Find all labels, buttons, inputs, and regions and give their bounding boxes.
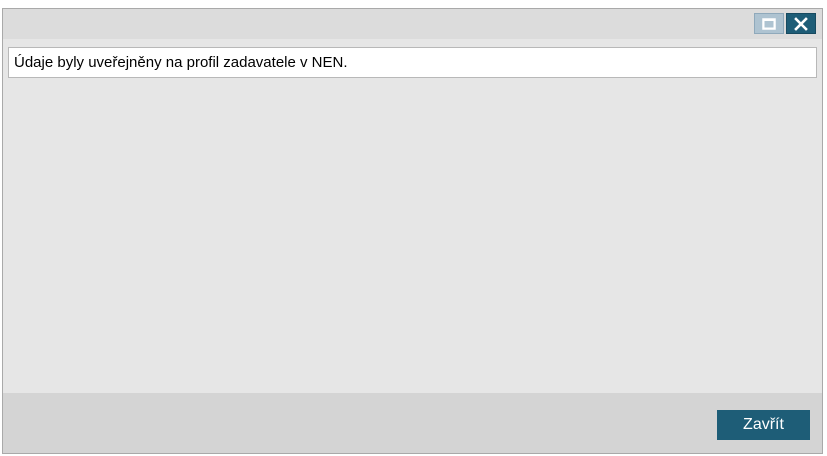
message-text-field: Údaje byly uveřejněny na profil zadavate… [8,47,817,78]
close-button[interactable] [786,13,816,34]
maximize-button[interactable] [754,13,784,34]
message-dialog: Údaje byly uveřejněny na profil zadavate… [2,8,823,454]
close-dialog-label: Zavřít [743,416,784,433]
dialog-content-area [3,79,822,393]
close-dialog-button[interactable]: Zavřít [717,410,810,440]
dialog-title-bar[interactable] [3,9,822,39]
dialog-footer: Zavřít [3,393,822,453]
maximize-icon [762,17,776,30]
message-text: Údaje byly uveřejněny na profil zadavate… [14,54,348,71]
close-icon [794,16,808,31]
